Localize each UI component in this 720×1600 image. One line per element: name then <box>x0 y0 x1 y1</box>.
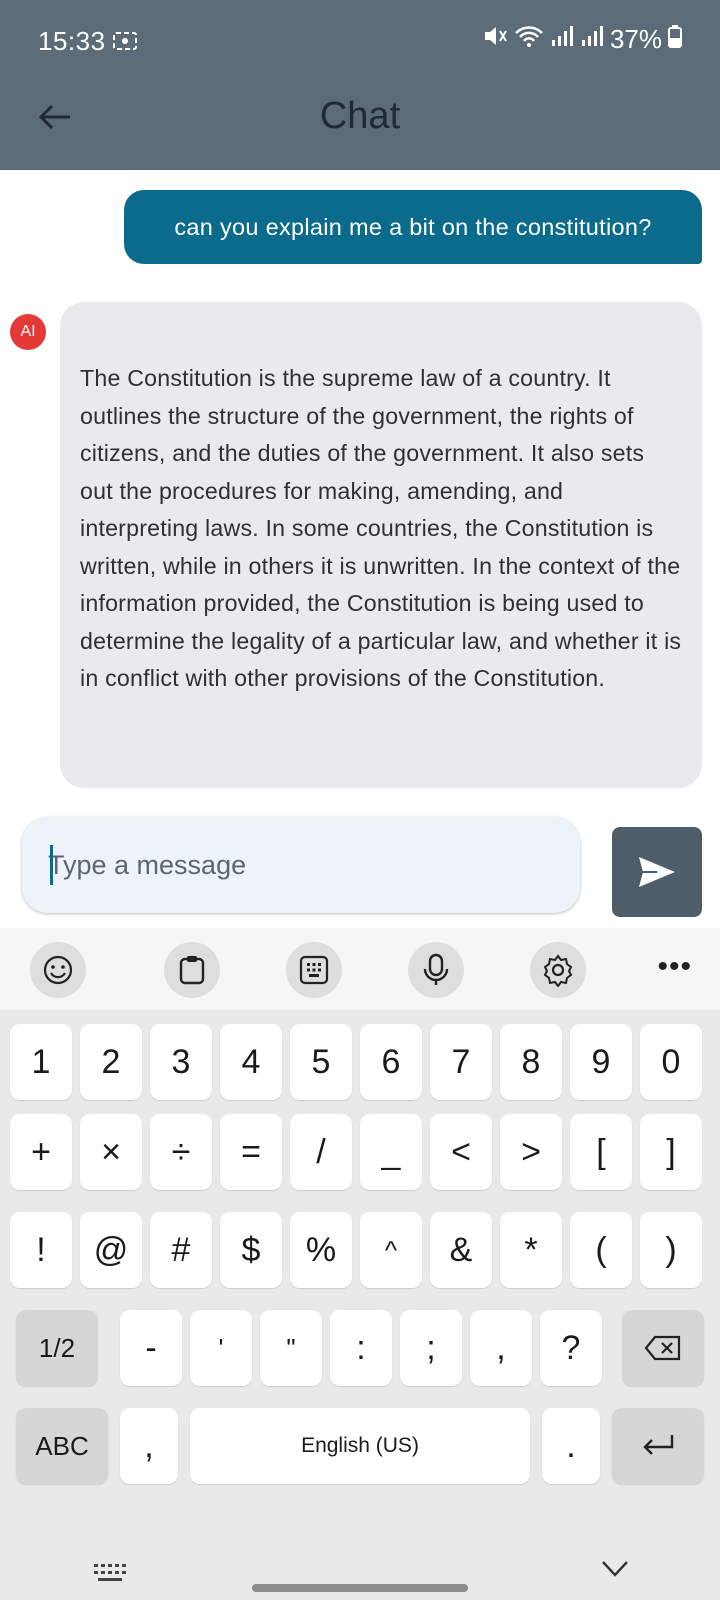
key-dollar[interactable]: $ <box>220 1212 282 1288</box>
key-comma[interactable]: , <box>470 1310 532 1386</box>
backspace-icon <box>644 1335 681 1361</box>
key-plus[interactable]: + <box>10 1114 72 1190</box>
wifi-icon <box>514 24 544 55</box>
key-open-bracket[interactable]: [ <box>570 1114 632 1190</box>
key-caret[interactable]: ^ <box>360 1212 422 1288</box>
key-hash[interactable]: # <box>150 1212 212 1288</box>
key-close-paren[interactable]: ) <box>640 1212 702 1288</box>
keyboard-hide-icon[interactable] <box>92 1562 128 1589</box>
avatar: AI <box>10 314 46 350</box>
key-at[interactable]: @ <box>80 1212 142 1288</box>
key-ampersand[interactable]: & <box>430 1212 492 1288</box>
page-title: Chat <box>319 95 401 137</box>
key-1[interactable]: 1 <box>10 1024 72 1100</box>
settings-icon[interactable] <box>530 942 586 998</box>
key-asterisk[interactable]: * <box>500 1212 562 1288</box>
send-button[interactable] <box>612 827 702 917</box>
key-page-toggle[interactable]: 1/2 <box>16 1310 98 1386</box>
key-period[interactable]: . <box>542 1408 600 1484</box>
text-cursor <box>50 845 53 885</box>
key-9[interactable]: 9 <box>570 1024 632 1100</box>
app-header: 15:33 37% Chat <box>0 0 720 170</box>
abc-toggle-button[interactable]: ABC <box>16 1408 108 1484</box>
battery-level: 37% <box>609 24 662 54</box>
key-7[interactable]: 7 <box>430 1024 492 1100</box>
keyboard: ••• 1 2 3 4 5 6 7 8 9 0 + × ÷ = / _ < > … <box>0 928 720 1600</box>
key-semicolon[interactable]: ; <box>400 1310 462 1386</box>
emoji-icon[interactable] <box>30 942 86 998</box>
enter-button[interactable] <box>612 1408 704 1484</box>
microphone-icon[interactable] <box>408 942 464 998</box>
key-apostrophe[interactable]: ' <box>190 1310 252 1386</box>
space-bar[interactable]: English (US) <box>190 1408 530 1484</box>
key-slash[interactable]: / <box>290 1114 352 1190</box>
user-message-bubble: can you explain me a bit on the constitu… <box>124 190 702 264</box>
key-greater-than[interactable]: > <box>500 1114 562 1190</box>
key-open-paren[interactable]: ( <box>570 1212 632 1288</box>
key-quote[interactable]: " <box>260 1310 322 1386</box>
keypad-icon[interactable] <box>286 942 342 998</box>
signal-icon <box>550 24 574 55</box>
message-input-container <box>22 817 580 913</box>
key-5[interactable]: 5 <box>290 1024 352 1100</box>
mute-icon <box>482 24 508 55</box>
key-exclamation[interactable]: ! <box>10 1212 72 1288</box>
key-comma-bottom[interactable]: , <box>120 1408 178 1484</box>
keyboard-toolbar: ••• <box>0 928 720 1010</box>
key-multiply[interactable]: × <box>80 1114 142 1190</box>
send-icon <box>639 857 675 887</box>
key-less-than[interactable]: < <box>430 1114 492 1190</box>
screen-record-icon <box>112 30 138 57</box>
key-percent[interactable]: % <box>290 1212 352 1288</box>
key-6[interactable]: 6 <box>360 1024 422 1100</box>
more-icon[interactable]: ••• <box>657 950 692 984</box>
backspace-button[interactable] <box>622 1310 704 1386</box>
key-question[interactable]: ? <box>540 1310 602 1386</box>
ai-message-bubble: The Constitution is the supreme law of a… <box>60 302 702 788</box>
key-dash[interactable]: - <box>120 1310 182 1386</box>
message-input[interactable] <box>48 817 558 913</box>
key-colon[interactable]: : <box>330 1310 392 1386</box>
status-time: 15:33 <box>38 26 106 56</box>
clipboard-icon[interactable] <box>164 942 220 998</box>
battery-icon <box>668 24 682 55</box>
signal-icon <box>580 24 604 55</box>
key-close-bracket[interactable]: ] <box>640 1114 702 1190</box>
enter-icon <box>643 1435 674 1455</box>
key-underscore[interactable]: _ <box>360 1114 422 1190</box>
chevron-down-icon[interactable] <box>600 1558 630 1585</box>
user-message-text: can you explain me a bit on the constitu… <box>174 213 652 240</box>
key-3[interactable]: 3 <box>150 1024 212 1100</box>
key-8[interactable]: 8 <box>500 1024 562 1100</box>
key-4[interactable]: 4 <box>220 1024 282 1100</box>
status-indicators: 37% <box>482 24 682 55</box>
key-2[interactable]: 2 <box>80 1024 142 1100</box>
home-indicator[interactable] <box>252 1584 468 1592</box>
key-0[interactable]: 0 <box>640 1024 702 1100</box>
key-divide[interactable]: ÷ <box>150 1114 212 1190</box>
ai-message-text: The Constitution is the supreme law of a… <box>80 365 682 691</box>
key-equals[interactable]: = <box>220 1114 282 1190</box>
